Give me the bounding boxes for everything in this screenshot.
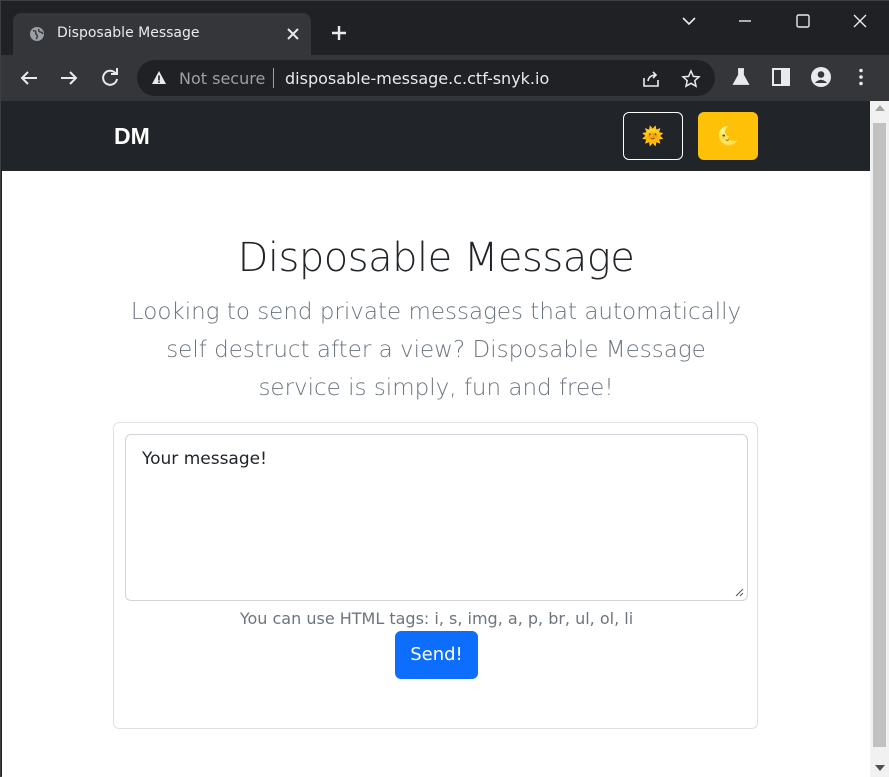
back-arrow-icon[interactable]	[17, 66, 41, 90]
reload-icon[interactable]	[98, 66, 122, 90]
address-bar[interactable]: Not secure disposable-message.c.ctf-snyk…	[137, 60, 715, 96]
send-button[interactable]: Send!	[395, 631, 478, 679]
sun-icon: 🌞	[641, 126, 665, 146]
warning-icon[interactable]	[151, 70, 167, 86]
bookmark-star-icon[interactable]	[681, 69, 701, 89]
tab-search-icon[interactable]	[675, 7, 703, 35]
globe-icon	[30, 27, 44, 41]
profile-avatar-icon[interactable]	[810, 66, 832, 88]
page-scrollbar[interactable]	[870, 101, 889, 777]
light-theme-button[interactable]: 🌞	[623, 112, 683, 160]
new-tab-icon[interactable]	[327, 21, 351, 45]
close-window-icon[interactable]	[846, 7, 874, 35]
page-title: Disposable Message	[237, 235, 635, 281]
site-navbar: DM 🌞 🌜	[2, 101, 870, 171]
minimize-icon[interactable]	[731, 7, 759, 35]
security-label[interactable]: Not secure	[179, 69, 265, 88]
forward-arrow-icon[interactable]	[57, 66, 81, 90]
html-tags-hint: You can use HTML tags: i, s, img, a, p, …	[239, 609, 634, 628]
scroll-down-arrow-icon[interactable]	[875, 765, 885, 771]
tab-title: Disposable Message	[57, 25, 200, 41]
brand-logo[interactable]: DM	[114, 123, 150, 150]
labs-flask-icon[interactable]	[730, 66, 752, 88]
browser-toolbar: Not secure disposable-message.c.ctf-snyk…	[1, 55, 889, 101]
menu-kebab-icon[interactable]	[850, 66, 872, 88]
dark-theme-button[interactable]: 🌜	[698, 112, 758, 160]
side-panel-icon[interactable]	[770, 66, 792, 88]
moon-icon: 🌜	[716, 126, 740, 146]
maximize-icon[interactable]	[789, 7, 817, 35]
message-form-card: You can use HTML tags: i, s, img, a, p, …	[113, 422, 758, 729]
omnibox-divider	[273, 68, 274, 88]
url-text[interactable]: disposable-message.c.ctf-snyk.io	[285, 69, 549, 88]
message-textarea[interactable]	[125, 434, 748, 601]
scrollbar-thumb[interactable]	[873, 123, 886, 747]
share-icon[interactable]	[641, 69, 661, 89]
tab-strip: Disposable Message	[1, 1, 889, 55]
scroll-up-arrow-icon[interactable]	[875, 105, 885, 111]
browser-window: Disposable Message Not secure disposable…	[0, 0, 889, 777]
close-tab-icon[interactable]	[283, 24, 303, 44]
browser-tab[interactable]: Disposable Message	[13, 13, 311, 55]
resize-handle-icon[interactable]	[734, 587, 744, 597]
page-viewport: DM 🌞 🌜 Disposable Message Looking to sen…	[2, 101, 870, 777]
page-description: Looking to send private messages that au…	[130, 299, 742, 401]
